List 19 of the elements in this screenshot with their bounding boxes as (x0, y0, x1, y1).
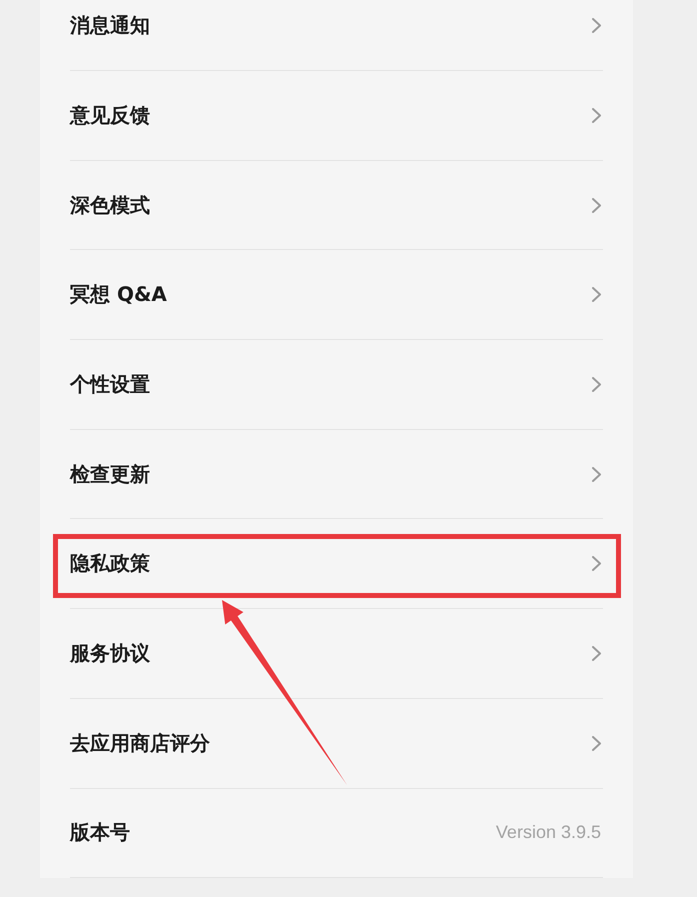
chevron-right-icon (592, 287, 601, 302)
settings-item[interactable]: 意见反馈 (70, 71, 603, 161)
chevron-right-icon (592, 18, 601, 34)
settings-item[interactable]: 深色模式 (70, 160, 603, 250)
chevron-right-icon (592, 646, 601, 661)
settings-item[interactable]: 个性设置 (70, 340, 603, 430)
chevron-right-icon (592, 466, 601, 482)
settings-item[interactable]: 消息通知 (70, 0, 603, 71)
chevron-right-icon (592, 198, 601, 213)
chevron-right-icon (592, 736, 601, 751)
settings-item[interactable]: 去应用商店评分 (70, 698, 603, 788)
settings-item[interactable]: 服务协议 (70, 609, 603, 699)
settings-item[interactable]: 检查更新 (70, 430, 603, 520)
chevron-right-icon (592, 108, 601, 123)
version-text: Version 3.9.5 (496, 822, 601, 844)
settings-item[interactable]: 冥想 Q&A (70, 250, 603, 340)
setting-label: 版本号 (70, 819, 130, 846)
chevron-right-icon (592, 556, 601, 572)
chevron-right-icon (592, 376, 601, 392)
